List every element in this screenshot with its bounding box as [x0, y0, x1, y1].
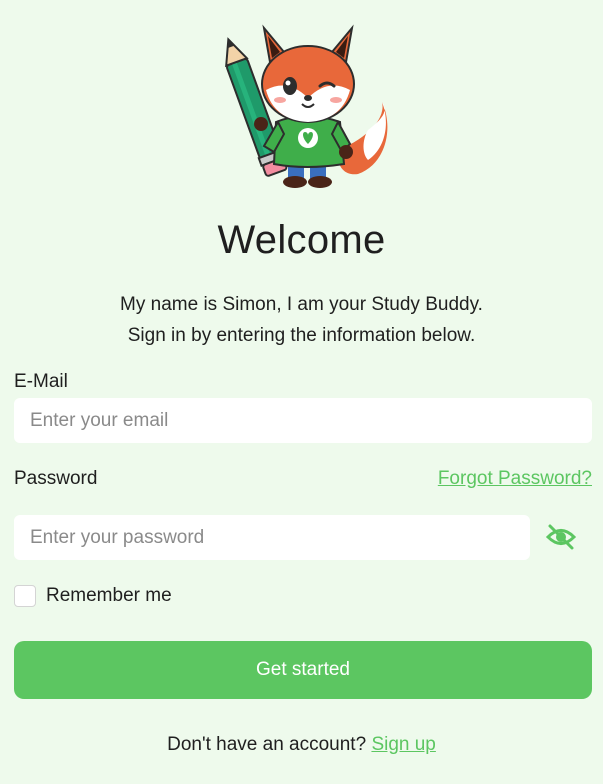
sign-up-link[interactable]: Sign up — [371, 734, 435, 755]
password-field[interactable] — [14, 515, 530, 560]
signup-prompt: Don't have an account? Sign up — [0, 734, 603, 756]
page-title: Welcome — [217, 218, 386, 262]
get-started-button[interactable]: Get started — [14, 641, 592, 699]
forgot-password-link[interactable]: Forgot Password? — [438, 468, 592, 490]
signup-prompt-text: Don't have an account? — [167, 734, 367, 755]
remember-me-checkbox[interactable] — [14, 585, 36, 607]
email-label: E-Mail — [14, 371, 68, 392]
subtitle-line-2: Sign in by entering the information belo… — [127, 325, 476, 346]
subtitle-line-1: My name is Simon, I am your Study Buddy. — [120, 294, 483, 315]
eye-off-icon[interactable] — [545, 522, 577, 552]
remember-me-label: Remember me — [46, 585, 172, 606]
subtitle: My name is Simon, I am your Study Buddy.… — [0, 289, 603, 351]
email-field[interactable] — [14, 398, 592, 443]
password-label: Password — [14, 468, 98, 489]
fox-mascot-icon — [225, 24, 388, 188]
